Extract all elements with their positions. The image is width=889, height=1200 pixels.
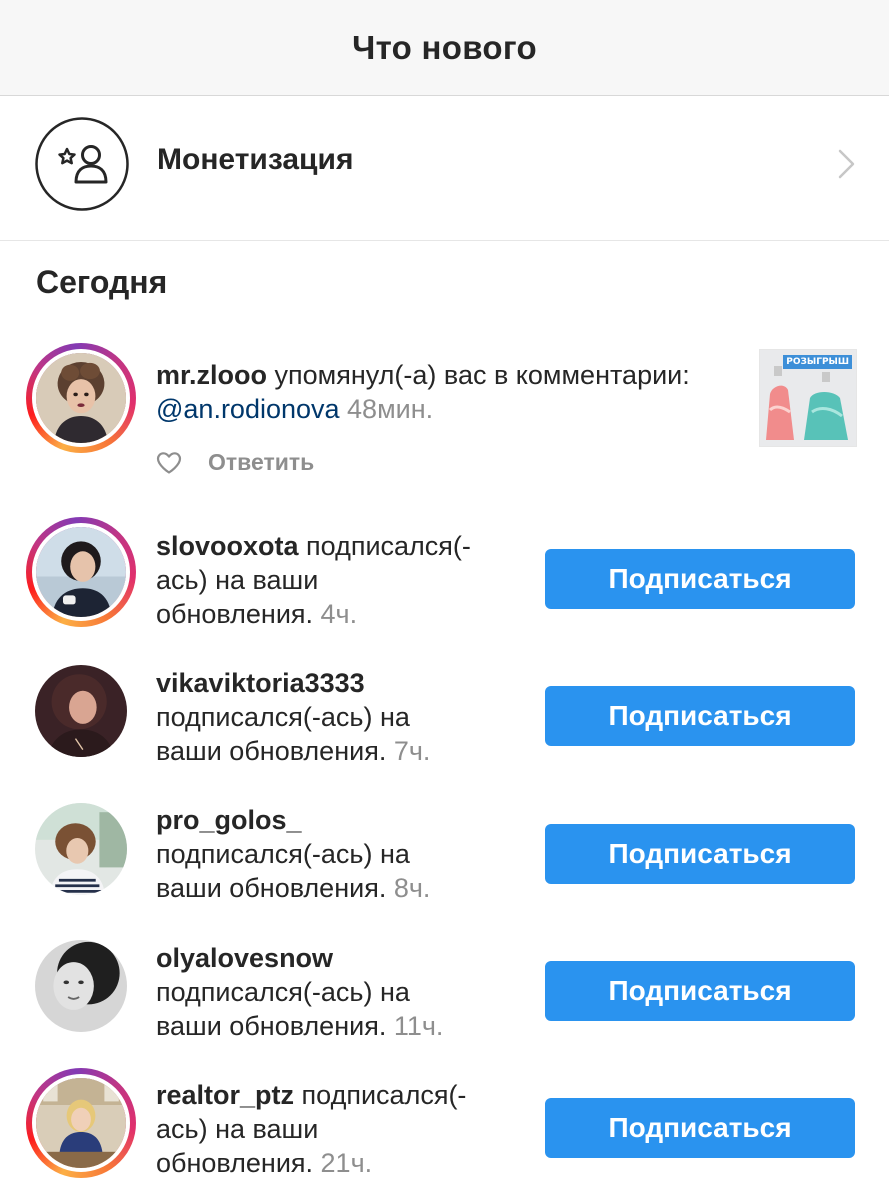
avatar-olyalovesnow[interactable] [26,931,136,1041]
follow-notification-text[interactable]: slovooxota подписался(- ась) на ваши обн… [156,529,531,631]
follow-message: подписался(-ась) на [156,977,410,1007]
follow-notification-text[interactable]: olyalovesnow подписался(-ась) на ваши об… [156,941,531,1043]
follow-message: ваши обновления. [156,736,387,766]
page-title: Что нового [352,28,537,66]
timestamp: 11ч. [386,1011,444,1041]
mention-message: упомянул(-а) вас в комментарии: [267,360,690,390]
profile-photo [35,665,127,757]
timestamp: 21ч. [313,1148,373,1178]
timestamp: 7ч. [386,736,431,766]
follow-message: обновления. [156,1148,314,1178]
heart-icon[interactable] [156,451,182,475]
follow-button[interactable]: Подписаться [545,549,855,609]
avatar-slovooxota[interactable] [26,517,136,627]
profile-photo [36,1078,126,1168]
follow-message: подписался(-ась) на [156,702,410,732]
username[interactable]: realtor_ptz [156,1080,294,1110]
follow-message: ваши обновления. [156,1011,387,1041]
chevron-right-icon [838,149,855,179]
username[interactable]: vikaviktoria3333 [156,668,365,698]
follow-notification-text[interactable]: realtor_ptz подписался(- ась) на ваши об… [156,1078,531,1180]
post-thumbnail[interactable]: РОЗЫГРЫШ [759,349,857,447]
follow-button[interactable]: Подписаться [545,686,855,746]
username[interactable]: pro_golos_ [156,805,302,835]
avatar-mr-zlooo[interactable] [26,343,136,453]
follow-message: ась) на ваши [156,1114,319,1144]
follow-button[interactable]: Подписаться [545,961,855,1021]
monetization-label: Монетизация [157,143,354,176]
username[interactable]: slovooxota [156,531,299,561]
mentioned-handle[interactable]: @an.rodionova [156,394,340,424]
timestamp: 48мин. [339,394,434,424]
avatar-pro-golos[interactable] [26,794,136,904]
follow-message: ась) на ваши [156,565,319,595]
follow-message: обновления. [156,599,314,629]
monetization-row[interactable]: Монетизация [0,96,889,241]
follow-button[interactable]: Подписаться [545,1098,855,1158]
follow-message: ваши обновления. [156,873,387,903]
follow-notification-text[interactable]: vikaviktoria3333 подписался(-ась) на ваш… [156,666,531,768]
follow-button[interactable]: Подписаться [545,824,855,884]
mention-notification-text[interactable]: mr.zlooo упомянул(-а) вас в комментарии:… [156,358,736,426]
username[interactable]: mr.zlooo [156,360,267,390]
star-person-icon [35,117,129,211]
mention-actions: Ответить [156,449,314,476]
avatar-realtor-ptz[interactable] [26,1068,136,1178]
follow-message: подписался(- [294,1080,467,1110]
profile-photo [35,803,127,895]
top-bar: Что нового [0,0,889,96]
profile-photo [36,353,126,443]
follow-message: подписался(-ась) на [156,839,410,869]
timestamp: 4ч. [313,599,358,629]
avatar-vikaviktoria3333[interactable] [26,656,136,766]
timestamp: 8ч. [386,873,431,903]
profile-photo [36,527,126,617]
section-title-today: Сегодня [36,264,168,300]
profile-photo [35,940,127,1032]
username[interactable]: olyalovesnow [156,943,333,973]
follow-message: подписался(- [298,531,471,561]
thumbnail-badge: РОЗЫГРЫШ [783,355,852,369]
reply-button[interactable]: Ответить [208,449,314,476]
follow-notification-text[interactable]: pro_golos_ подписался(-ась) на ваши обно… [156,803,531,905]
